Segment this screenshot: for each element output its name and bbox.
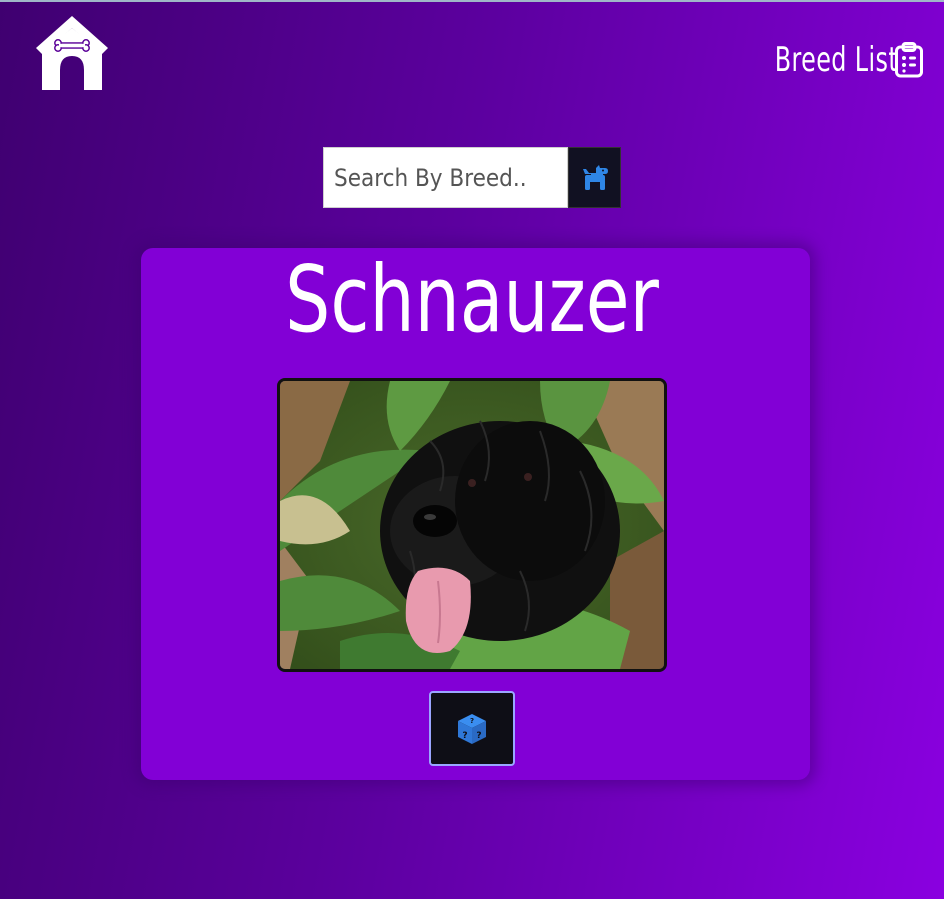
breed-title: Schnauzer [285,246,659,353]
clipboard-list-icon [895,42,923,78]
home-link[interactable] [32,14,112,92]
search-input[interactable] [323,147,568,208]
dog-photo [277,378,667,672]
dice-icon: ? ? ? [458,713,486,744]
dog-icon [582,164,608,190]
dog-house-icon [36,16,108,90]
breed-list-label: Breed List [774,40,898,80]
svg-text:?: ? [476,731,481,741]
svg-text:?: ? [462,731,467,741]
svg-text:?: ? [470,717,474,725]
search-bar [323,147,621,208]
random-breed-button[interactable]: ? ? ? [429,691,515,766]
search-button[interactable] [568,147,621,208]
breed-list-link[interactable]: Breed List [740,40,924,80]
